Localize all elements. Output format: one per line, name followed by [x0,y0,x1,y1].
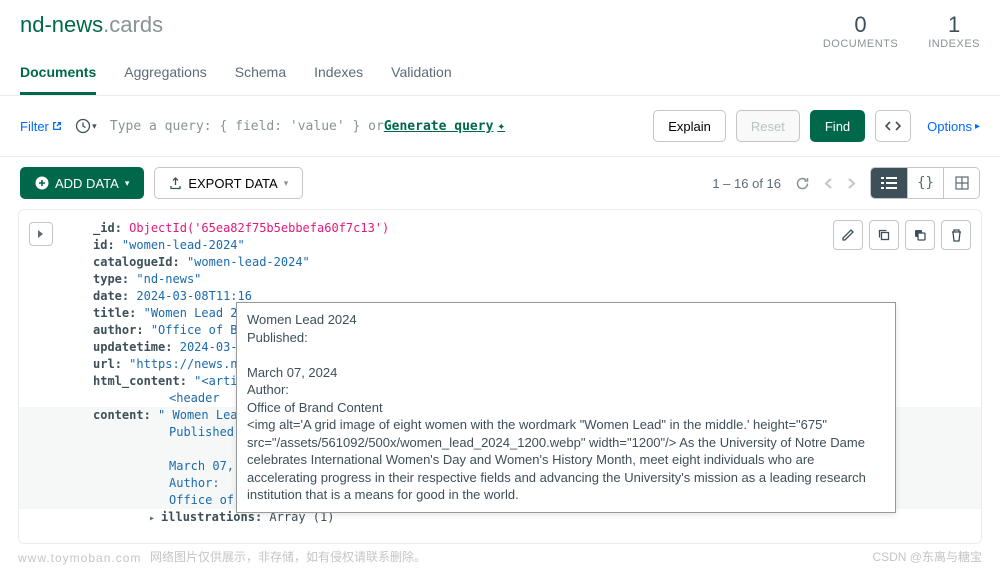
explain-button[interactable]: Explain [653,110,726,142]
prev-page-button[interactable] [824,177,833,190]
namespace-title: nd-news.cards [20,12,163,38]
watermark-right: CSDN @东离与糖宝 [872,548,982,565]
next-page-button[interactable] [847,177,856,190]
export-icon [169,177,182,190]
header: nd-news.cards 0 DOCUMENTS 1 INDEXES [0,0,1000,50]
caret-right-icon [37,229,45,239]
view-table-button[interactable] [943,168,979,198]
expand-button[interactable] [29,222,53,246]
view-json-button[interactable]: {} [907,168,943,198]
table-icon [955,176,969,190]
find-button[interactable]: Find [810,110,865,142]
chevron-right-icon [847,177,856,190]
chevron-down-icon: ▾ [284,178,289,189]
stat-documents: 0 DOCUMENTS [823,12,898,50]
chevron-left-icon [824,177,833,190]
list-icon [881,177,897,189]
tabs: Documents Aggregations Schema Indexes Va… [0,50,1000,96]
chevron-down-icon: ▾ [125,178,130,189]
watermark-left: www.toymoban.com [18,551,141,565]
reset-button[interactable]: Reset [736,110,800,142]
sparkle-icon: ✦ [497,119,505,134]
refresh-icon [795,176,810,191]
tab-validation[interactable]: Validation [391,64,451,95]
collection-name: cards [109,12,163,37]
braces-icon: {} [917,175,934,191]
history-button[interactable]: ▾ [72,112,100,140]
tab-aggregations[interactable]: Aggregations [124,64,207,95]
query-input[interactable]: Type a query: { field: 'value' } or Gene… [110,119,643,134]
export-data-button[interactable]: EXPORT DATA ▾ [154,167,303,199]
field-type: type "nd-news" [93,271,981,288]
add-data-button[interactable]: ADD DATA ▾ [20,167,144,199]
toolbar: ADD DATA ▾ EXPORT DATA ▾ 1 – 16 of 16 {} [0,157,1000,209]
collection-stats: 0 DOCUMENTS 1 INDEXES [823,12,980,50]
delete-button[interactable] [941,220,971,250]
chevron-right-icon: ▸ [975,121,980,132]
filter-link[interactable]: Filter [20,119,62,134]
code-icon [885,120,901,132]
generate-query-link[interactable]: Generate query ✦ [384,119,505,134]
external-link-icon [52,121,62,131]
edit-button[interactable] [833,220,863,250]
clone-icon [913,228,927,242]
query-bar: Filter ▾ Type a query: { field: 'value' … [0,96,1000,157]
view-list-button[interactable] [871,168,907,198]
watermark-note: 网络图片仅供展示，非存储，如有侵权请联系删除。 [150,548,426,565]
pagination-text: 1 – 16 of 16 [712,176,781,191]
code-button[interactable] [875,110,911,142]
options-link[interactable]: Options ▸ [927,119,980,134]
copy-icon [877,228,891,242]
view-toggle: {} [870,167,980,199]
pencil-icon [841,228,855,242]
clone-button[interactable] [905,220,935,250]
trash-icon [950,228,963,242]
db-name: nd-news [20,12,103,37]
stat-indexes: 1 INDEXES [928,12,980,50]
copy-button[interactable] [869,220,899,250]
plus-circle-icon [35,176,49,190]
tab-schema[interactable]: Schema [235,64,286,95]
clock-icon [75,118,91,134]
tooltip: Women Lead 2024 Published: March 07, 202… [236,302,896,513]
field-catalogueId: catalogueId "women-lead-2024" [93,254,981,271]
refresh-button[interactable] [795,176,810,191]
tab-documents[interactable]: Documents [20,64,96,95]
tab-indexes[interactable]: Indexes [314,64,363,95]
